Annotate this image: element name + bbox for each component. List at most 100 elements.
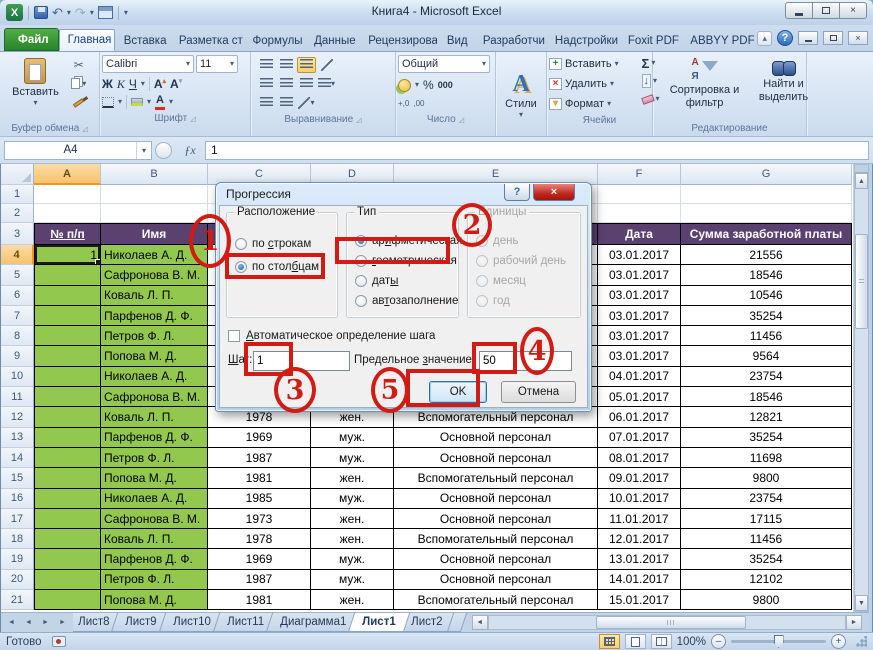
cell-B1[interactable] [101,185,208,204]
ribbon-tab-foxit-pdf[interactable]: Foxit PDF [619,29,681,51]
column-header-G[interactable]: G [681,164,852,185]
cell-C18[interactable]: 1978 [208,529,311,549]
cell-F14[interactable]: 08.01.2017 [598,448,681,468]
next-sheet-icon[interactable]: ► [38,615,53,630]
chevron-down-icon[interactable]: ▾ [169,98,173,106]
cell-D15[interactable]: жен. [311,468,394,488]
horizontal-scroll-thumb[interactable] [596,616,746,629]
cell-A4[interactable]: 1 [34,245,101,265]
cell-D19[interactable]: муж. [311,549,394,569]
cell-A14[interactable] [34,448,101,468]
select-all-corner[interactable] [1,164,34,185]
row-header-12[interactable]: 12 [1,407,34,427]
close-button[interactable]: × [839,2,867,19]
cell-C20[interactable]: 1987 [208,570,311,590]
cell-A21[interactable] [34,590,101,610]
row-header-8[interactable]: 8 [1,326,34,346]
cell-C21[interactable]: 1981 [208,590,311,610]
cell-C17[interactable]: 1973 [208,509,311,529]
increase-indent-button[interactable] [277,95,296,111]
page-layout-view-button[interactable] [625,634,646,649]
cell-C16[interactable]: 1985 [208,489,311,509]
cell-G8[interactable]: 11456 [681,326,852,346]
cell-A5[interactable] [34,265,101,285]
insert-function-icon[interactable]: ƒx [175,143,205,158]
vertical-scrollbar[interactable]: ▲ ▼ [854,164,869,612]
help-icon[interactable]: ? [777,30,793,46]
cell-G10[interactable]: 23754 [681,367,852,387]
row-header-3[interactable]: 3 [1,223,34,245]
cell-F13[interactable]: 07.01.2017 [598,428,681,448]
sheet-tab-sheet1[interactable]: Лист1 [348,613,410,632]
cell-D18[interactable]: жен. [311,529,394,549]
ribbon-tab-review[interactable]: Рецензирова [359,29,438,51]
insert-cells-button[interactable]: +Вставить▾ [549,55,650,73]
underline-dropdown-icon[interactable]: ▾ [141,80,145,88]
cell-A18[interactable] [34,529,101,549]
align-top-button[interactable] [257,57,276,73]
cell-F7[interactable]: 03.01.2017 [598,306,681,326]
cell-F15[interactable]: 09.01.2017 [598,468,681,488]
italic-button[interactable]: К [117,78,125,90]
ribbon-tab-insert[interactable]: Вставка [115,29,170,51]
cell-A2[interactable] [34,204,101,223]
scroll-down-icon[interactable]: ▼ [855,595,868,611]
cell-G2[interactable] [681,204,852,223]
styles-button[interactable]: А Стили ▾ [500,69,542,122]
increase-decimal-icon[interactable]: +,0 [398,99,409,108]
cell-B17[interactable]: Сафронова В. М. [101,509,208,529]
cell-E13[interactable]: Основной персонал [394,428,598,448]
cell-A9[interactable] [34,346,101,366]
cell-E19[interactable]: Основной персонал [394,549,598,569]
align-right-button[interactable] [297,76,316,92]
grow-font-button[interactable]: А▴ [154,78,166,90]
cell-F17[interactable]: 11.01.2017 [598,509,681,529]
cell-A8[interactable] [34,326,101,346]
collapse-ribbon-icon[interactable]: ▴ [757,31,772,46]
cell-A20[interactable] [34,570,101,590]
merge-center-button[interactable]: ▾ [317,76,336,92]
scroll-right-icon[interactable]: ► [846,615,862,630]
row-header-4[interactable]: 4 [1,245,34,265]
name-box[interactable]: A4 ▾ [4,141,152,160]
cell-G16[interactable]: 23754 [681,489,852,509]
resize-grip[interactable] [855,636,867,648]
cell-A17[interactable] [34,509,101,529]
cell-F21[interactable]: 15.01.2017 [598,590,681,610]
ribbon-tab-formulas[interactable]: Формулы [244,29,306,51]
zoom-slider[interactable] [731,640,826,643]
cell-A7[interactable] [34,306,101,326]
fill-button[interactable]: ↓▾ [640,73,662,89]
cell-A3[interactable]: № п/п [34,223,101,245]
row-header-9[interactable]: 9 [1,346,34,366]
orientation-button[interactable] [317,57,336,73]
cell-A12[interactable] [34,407,101,427]
row-header-15[interactable]: 15 [1,468,34,488]
cell-A16[interactable] [34,489,101,509]
scroll-left-icon[interactable]: ◄ [472,615,488,630]
previous-sheet-icon[interactable]: ◄ [21,615,36,630]
cell-B12[interactable]: Коваль Л. П. [101,407,208,427]
cell-F18[interactable]: 12.01.2017 [598,529,681,549]
row-header-6[interactable]: 6 [1,286,34,306]
workbook-close-button[interactable]: × [848,31,868,45]
chevron-down-icon[interactable]: ▾ [415,81,419,89]
cell-A15[interactable] [34,468,101,488]
formula-bar-handle[interactable] [155,142,172,159]
align-center-button[interactable] [277,76,296,92]
cell-A19[interactable] [34,549,101,569]
cell-G19[interactable]: 35254 [681,549,852,569]
cell-G4[interactable]: 21556 [681,245,852,265]
cell-F9[interactable]: 03.01.2017 [598,346,681,366]
find-select-button[interactable]: Найти и выделить [748,55,820,106]
dialog-help-button[interactable]: ? [504,184,530,201]
cell-A10[interactable] [34,367,101,387]
fill-color-icon[interactable] [131,98,143,106]
copy-button[interactable]: ▾ [66,75,92,92]
cell-B16[interactable]: Николаев А. Д. [101,489,208,509]
font-size-combo[interactable]: 11▾ [196,55,238,73]
auto-step-row[interactable]: Автоматическое определение шага [228,330,435,342]
row-header-17[interactable]: 17 [1,509,34,529]
row-header-7[interactable]: 7 [1,306,34,326]
cut-button[interactable]: ✂ [66,56,92,73]
